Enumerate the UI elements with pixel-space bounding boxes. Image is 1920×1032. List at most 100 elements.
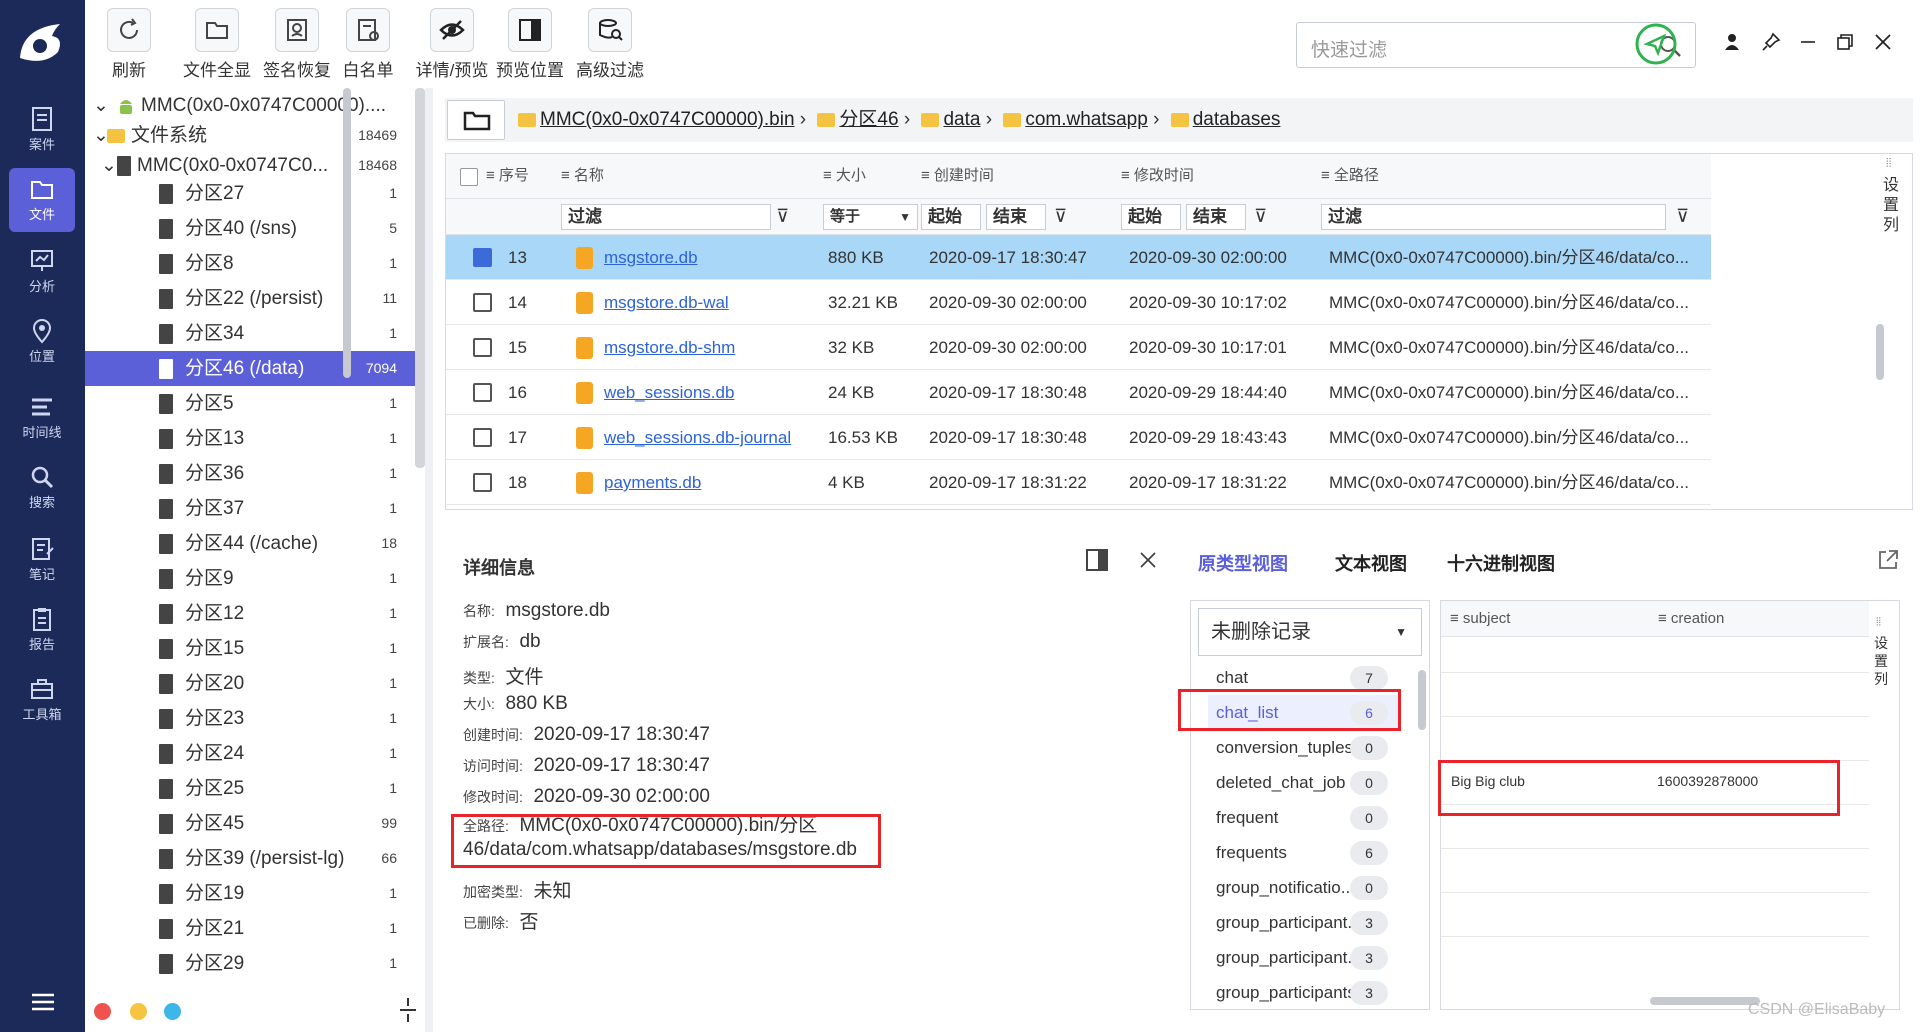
tree-partition-item[interactable]: 分区46 (/data) 7094 bbox=[85, 351, 415, 386]
column-header-size[interactable]: ≡ 大小 bbox=[823, 154, 866, 198]
nav-item-note[interactable]: 笔记 bbox=[9, 528, 75, 592]
modified-start-input[interactable]: 起始 bbox=[1121, 204, 1181, 230]
filter-icon[interactable]: ⊽ bbox=[776, 206, 789, 227]
row-checkbox[interactable] bbox=[473, 338, 492, 357]
table-row[interactable]: 17 web_sessions.db-journal 16.53 KB 2020-09… bbox=[446, 415, 1711, 460]
tree-partition-item[interactable]: 分区5 1 bbox=[85, 386, 415, 421]
table-row[interactable] bbox=[1441, 717, 1869, 761]
tab-native-view[interactable]: 原类型视图 bbox=[1198, 550, 1288, 576]
name-filter-input[interactable]: 过滤 bbox=[561, 204, 771, 230]
filter-icon[interactable]: ⊽ bbox=[1254, 206, 1267, 227]
tree-partition-item[interactable]: 分区25 1 bbox=[85, 771, 415, 806]
table-row[interactable]: 15 msgstore.db-shm 32 KB 2020-09-30 02:00:0… bbox=[446, 325, 1711, 370]
detail-preview-button[interactable]: 详情/预览 bbox=[410, 8, 494, 81]
user-icon[interactable] bbox=[1722, 32, 1742, 52]
tree-partition-item[interactable]: 分区36 1 bbox=[85, 456, 415, 491]
tree-partition-item[interactable]: 分区34 1 bbox=[85, 316, 415, 351]
column-header-path[interactable]: ≡ 全路径 bbox=[1321, 154, 1379, 198]
tree-partition-item[interactable]: 分区45 99 bbox=[85, 806, 415, 841]
row-name-link[interactable]: payments.db bbox=[604, 460, 701, 505]
row-checkbox[interactable] bbox=[473, 473, 492, 492]
minimize-icon[interactable] bbox=[1798, 32, 1818, 52]
nav-item-search[interactable]: 搜索 bbox=[9, 456, 75, 520]
whitelist-button[interactable]: 白名单 bbox=[335, 8, 401, 81]
grid-scrollbar[interactable] bbox=[1876, 324, 1884, 380]
tree-partition-item[interactable]: 分区21 1 bbox=[85, 911, 415, 946]
table-list-item[interactable]: frequents 6 bbox=[1208, 835, 1400, 870]
row-name-link[interactable]: msgstore.db-shm bbox=[604, 325, 735, 370]
tree-partition-item[interactable]: 分区23 1 bbox=[85, 701, 415, 736]
breadcrumb-item[interactable]: data bbox=[943, 98, 980, 142]
breadcrumb-item[interactable]: MMC(0x0-0x0747C00000).bin bbox=[540, 98, 795, 142]
tree-partition-item[interactable]: 分区40 (/sns) 5 bbox=[85, 211, 415, 246]
nav-item-file[interactable]: 文件 bbox=[9, 168, 75, 232]
nav-item-location[interactable]: 位置 bbox=[9, 310, 75, 374]
table-row[interactable] bbox=[1441, 673, 1869, 717]
column-header-modified[interactable]: ≡ 修改时间 bbox=[1121, 154, 1194, 198]
nav-item-analysis[interactable]: 分析 bbox=[9, 240, 75, 304]
collapse-icon[interactable] bbox=[398, 996, 418, 1024]
row-checkbox[interactable] bbox=[473, 383, 492, 402]
breadcrumb-item[interactable]: 分区46 bbox=[839, 98, 898, 142]
tab-hex-view[interactable]: 十六进制视图 bbox=[1447, 550, 1555, 576]
status-send-icon[interactable] bbox=[1634, 22, 1678, 66]
tree-partition-item[interactable]: 分区9 1 bbox=[85, 561, 415, 596]
table-list-item[interactable]: group_participant... 3 bbox=[1208, 905, 1400, 940]
filter-icon[interactable]: ⊽ bbox=[1054, 206, 1067, 227]
records-scrollbar[interactable] bbox=[1650, 997, 1760, 1005]
tree-partition-item[interactable]: 分区12 1 bbox=[85, 596, 415, 631]
tree-scrollbar[interactable] bbox=[343, 88, 351, 378]
column-settings-button[interactable]: ⦙⦙ 设置列 bbox=[1872, 616, 1896, 720]
column-header-created[interactable]: ≡ 创建时间 bbox=[921, 154, 994, 198]
select-all-checkbox[interactable] bbox=[460, 168, 478, 186]
row-name-link[interactable]: web_sessions.db bbox=[604, 370, 734, 415]
nav-item-report[interactable]: 报告 bbox=[9, 598, 75, 662]
path-filter-input[interactable]: 过滤 bbox=[1321, 204, 1666, 230]
modified-end-input[interactable]: 结束 bbox=[1186, 204, 1246, 230]
column-header-no[interactable]: ≡ 序号 bbox=[486, 154, 529, 198]
nav-item-toolbox[interactable]: 工具箱 bbox=[9, 668, 75, 732]
table-row[interactable] bbox=[1441, 893, 1869, 937]
external-open-icon[interactable] bbox=[1876, 548, 1900, 572]
column-header-subject[interactable]: ≡ subject bbox=[1450, 610, 1510, 627]
created-start-input[interactable]: 起始 bbox=[921, 204, 981, 230]
tree-partition-item[interactable]: 分区24 1 bbox=[85, 736, 415, 771]
nav-item-timeline[interactable]: 时间线 bbox=[9, 386, 75, 450]
tree-partition-item[interactable]: 分区39 (/persist-lg) 66 bbox=[85, 841, 415, 876]
row-name-link[interactable]: msgstore.db-wal bbox=[604, 280, 729, 325]
restore-icon[interactable] bbox=[1835, 32, 1855, 52]
close-icon[interactable] bbox=[1138, 550, 1158, 570]
tree-partition-item[interactable]: 分区44 (/cache) 18 bbox=[85, 526, 415, 561]
table-list-item[interactable]: group_participants 3 bbox=[1208, 975, 1400, 1010]
open-folder-button[interactable] bbox=[447, 100, 505, 140]
table-list-item[interactable]: deleted_chat_job 0 bbox=[1208, 765, 1400, 800]
tree-partition-item[interactable]: 分区19 1 bbox=[85, 876, 415, 911]
tree-partition-item[interactable]: 分区37 1 bbox=[85, 491, 415, 526]
tab-text-view[interactable]: 文本视图 bbox=[1335, 550, 1407, 576]
preview-position-button[interactable]: 预览位置 bbox=[492, 8, 568, 81]
tree-partition-item[interactable]: 分区27 1 bbox=[85, 176, 415, 211]
table-list-item[interactable]: conversion_tuples 0 bbox=[1208, 730, 1400, 765]
tree-partition-item[interactable]: 分区8 1 bbox=[85, 246, 415, 281]
created-end-input[interactable]: 结束 bbox=[986, 204, 1046, 230]
breadcrumb-item[interactable]: databases bbox=[1193, 98, 1281, 142]
table-row[interactable]: 14 msgstore.db-wal 32.21 KB 2020-09-30 02:0… bbox=[446, 280, 1711, 325]
column-header-creation[interactable]: ≡ creation bbox=[1658, 610, 1724, 627]
table-list-item[interactable]: frequent 0 bbox=[1208, 800, 1400, 835]
table-row[interactable]: 18 payments.db 4 KB 2020-09-17 18:31:22 2020… bbox=[446, 460, 1711, 505]
tree-partition-item[interactable]: 分区13 1 bbox=[85, 421, 415, 456]
breadcrumb-item[interactable]: com.whatsapp bbox=[1025, 98, 1148, 142]
close-icon[interactable] bbox=[1873, 32, 1893, 52]
refresh-button[interactable]: 刷新 bbox=[107, 8, 151, 81]
pin-icon[interactable] bbox=[1761, 32, 1781, 52]
menu-icon[interactable] bbox=[30, 992, 56, 1012]
table-row[interactable] bbox=[1441, 849, 1869, 893]
size-filter-select[interactable]: 等于 ▼ bbox=[823, 204, 918, 230]
record-type-select[interactable]: 未删除记录 ▼ bbox=[1198, 608, 1422, 656]
tree-partition-item[interactable]: 分区15 1 bbox=[85, 631, 415, 666]
column-settings-button[interactable]: ⦙⦙ 设置列 bbox=[1868, 154, 1914, 274]
table-list-item[interactable]: group_participant... 3 bbox=[1208, 940, 1400, 975]
row-checkbox[interactable] bbox=[473, 428, 492, 447]
filter-icon[interactable]: ⊽ bbox=[1676, 206, 1689, 227]
tree-partition-item[interactable]: 分区22 (/persist) 11 bbox=[85, 281, 415, 316]
